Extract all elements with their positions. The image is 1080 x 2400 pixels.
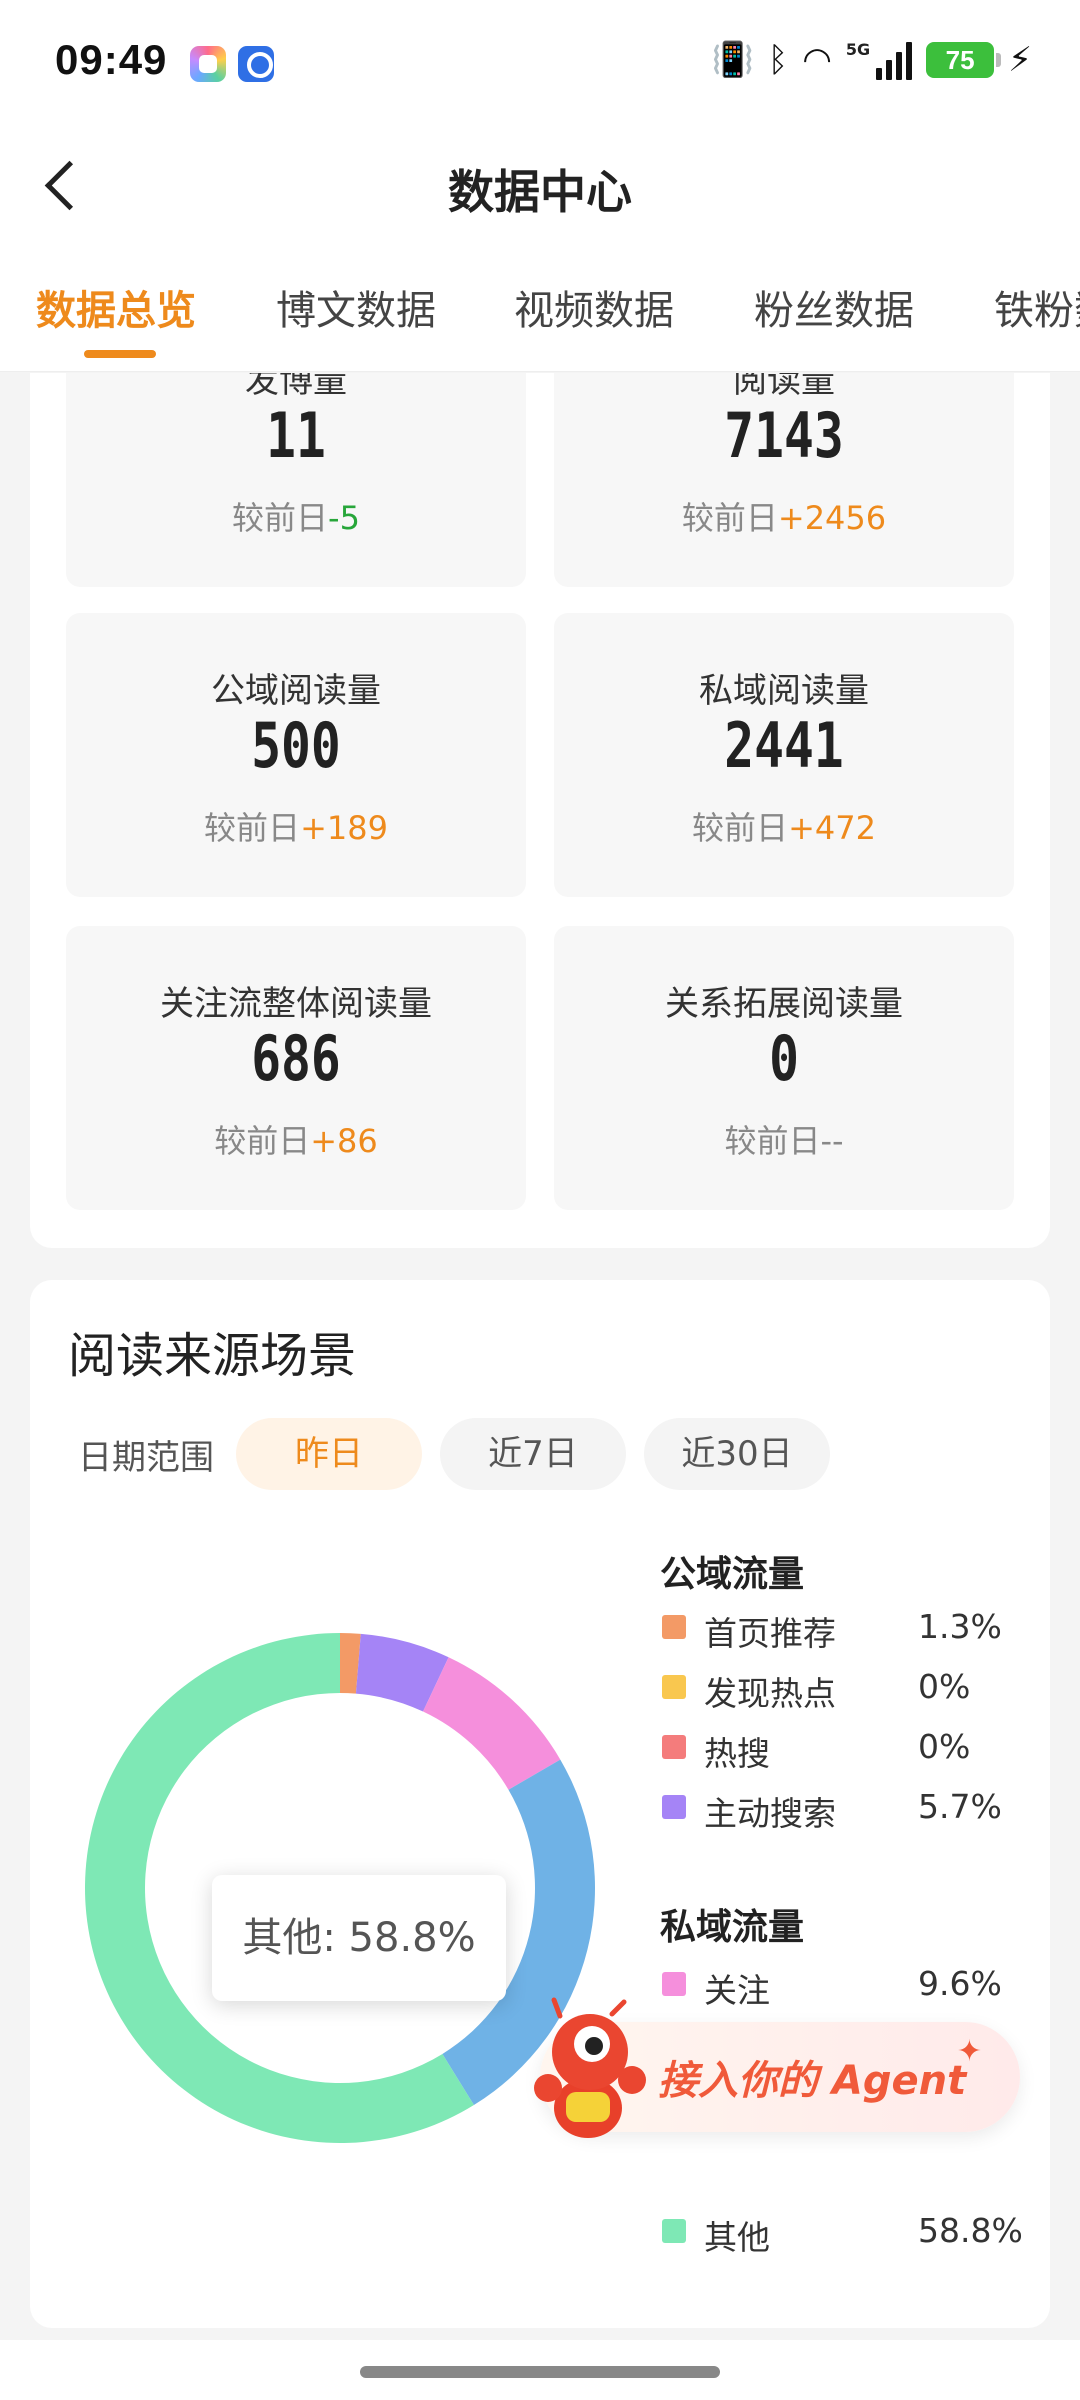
stat-delta: 较前日+86 [214,1122,378,1160]
tab-iron-fan-data[interactable]: 铁粉数据 [994,278,1080,336]
battery-icon: 75 [926,42,1002,78]
delta-value: +472 [788,809,876,847]
stat-tile-posts[interactable]: 发博量 11 较前日-5 [66,373,526,587]
bluetooth-icon: ᛒ [767,40,789,80]
cellular-signal-icon: 5G [845,40,913,80]
legend-group-public: 公域流量 [660,1554,805,1595]
range-30-days[interactable]: 近30日 [644,1418,830,1490]
delta-value: +189 [300,809,388,847]
stat-value: 686 [251,1022,341,1095]
stat-label: 公域阅读量 [211,671,381,711]
stat-delta: 较前日-5 [232,499,360,537]
tab-post-data[interactable]: 博文数据 [276,278,436,336]
vibrate-icon: 📳 [711,40,754,80]
stats-card: 发博量 11 较前日-5 阅读量 7143 较前日+2456 公域阅读量 500… [30,373,1050,1248]
network-type: 5G [845,40,871,59]
legend-value: 5.7% [918,1787,1002,1826]
stat-delta: 较前日+472 [692,809,876,847]
legend-label: 关注 [704,1971,770,2010]
stat-delta: 较前日+2456 [681,499,887,537]
status-time: 09:49 [55,36,168,83]
stat-delta: 较前日+189 [204,809,388,847]
section-title: 阅读来源场景 [68,1328,357,1384]
stat-value: 0 [769,1022,799,1095]
stat-value: 2441 [724,709,844,782]
stat-tile-public-reads[interactable]: 公域阅读量 500 较前日+189 [66,613,526,897]
app-notification-icon [190,46,226,82]
legend-label: 主动搜索 [704,1794,836,1833]
chart-tooltip: 其他: 58.8% [212,1875,506,2001]
page-title: 数据中心 [448,165,632,219]
home-indicator[interactable] [360,2366,720,2378]
tab-fan-data[interactable]: 粉丝数据 [754,278,914,336]
stat-value: 11 [266,399,326,472]
stat-label: 发博量 [245,373,347,401]
donut-slice-4[interactable] [423,1657,561,1790]
sparkle-icon: ✦ [956,2034,982,2069]
legend-item[interactable]: 首页推荐 1.3% [660,1603,1020,1653]
stat-delta: 较前日-- [724,1122,844,1160]
status-bar: 09:49 📳 ᛒ ◠ 5G 75 ⚡ [0,0,1080,124]
legend-item[interactable]: 关注 9.6% [660,1960,1020,2010]
stat-tile-private-reads[interactable]: 私域阅读量 2441 较前日+472 [554,613,1014,897]
legend-swatch [662,2219,686,2243]
wifi-icon: ◠ [802,40,832,80]
legend-item[interactable]: 热搜 0% [660,1723,1020,1773]
legend-value: 1.3% [918,1607,1002,1646]
tab-overview[interactable]: 数据总览 [36,278,196,336]
tab-active-indicator [84,350,156,358]
delta-value: +2456 [777,499,887,537]
legend-value: 9.6% [918,1964,1002,2003]
delta-value: -- [820,1122,844,1160]
legend-item[interactable]: 发现热点 0% [660,1663,1020,1713]
legend-swatch [662,1615,686,1639]
legend-group-private: 私域流量 [660,1907,805,1948]
legend-label: 发现热点 [704,1674,836,1713]
mascot-icon[interactable] [520,1996,650,2146]
delta-value: -5 [328,499,360,537]
legend-swatch [662,1735,686,1759]
range-yesterday[interactable]: 昨日 [236,1418,422,1490]
legend-label: 其他 [704,2218,770,2257]
charging-icon: ⚡ [1008,40,1032,80]
tab-bar: 数据总览 博文数据 视频数据 粉丝数据 铁粉数据 [0,248,1080,372]
stat-value: 500 [251,709,341,782]
stat-label: 关系拓展阅读量 [665,984,903,1024]
status-icons: 📳 ᛒ ◠ 5G 75 ⚡ [711,36,1032,84]
stat-label: 关注流整体阅读量 [160,984,432,1024]
legend-value: 0% [918,1727,971,1766]
stat-label: 阅读量 [733,373,835,401]
battery-level: 75 [945,44,975,75]
stat-tile-follow-feed-reads[interactable]: 关注流整体阅读量 686 较前日+86 [66,926,526,1210]
legend-value: 58.8% [918,2211,1023,2250]
legend-label: 热搜 [704,1734,770,1773]
legend-item[interactable]: 其他 58.8% [660,2207,1023,2257]
stat-value: 7143 [724,399,844,472]
tab-video-data[interactable]: 视频数据 [514,278,674,336]
legend-swatch [662,1795,686,1819]
legend-swatch [662,1972,686,1996]
date-range-label: 日期范围 [78,1438,214,1478]
app-notification-icon [238,46,274,82]
legend-swatch [662,1675,686,1699]
nav-bar: 数据中心 [0,124,1080,248]
legend-item[interactable]: 主动搜索 5.7% [660,1783,1020,1833]
stat-label: 私域阅读量 [699,671,869,711]
legend-label: 首页推荐 [704,1614,836,1653]
stat-tile-relation-reads[interactable]: 关系拓展阅读量 0 较前日-- [554,926,1014,1210]
range-7-days[interactable]: 近7日 [440,1418,626,1490]
delta-value: +86 [310,1122,378,1160]
legend-value: 0% [918,1667,971,1706]
stat-tile-reads[interactable]: 阅读量 7143 较前日+2456 [554,373,1014,587]
agent-banner-label: 接入你的 Agent [658,2058,967,2104]
